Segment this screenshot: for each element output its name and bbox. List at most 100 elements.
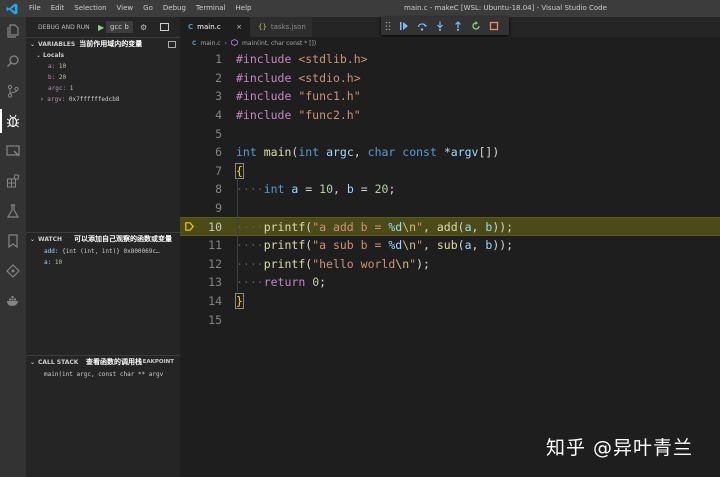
variable-name: b:: [48, 74, 56, 81]
line-number: 14: [208, 294, 222, 309]
code-line[interactable]: 14 }: [180, 292, 720, 311]
code-line[interactable]: 4 #include "func2.h": [180, 106, 720, 125]
menu-terminal[interactable]: Terminal: [191, 0, 231, 17]
code-line[interactable]: 7 {: [180, 162, 720, 181]
gear-icon[interactable]: ⚙: [140, 23, 147, 32]
menu-debug[interactable]: Debug: [158, 0, 191, 17]
restart-icon[interactable]: [467, 17, 485, 35]
c-file-icon: C: [192, 40, 197, 47]
variable-row[interactable]: a: 10: [26, 61, 180, 72]
code-text: ····printf("hello world\n");: [236, 256, 430, 271]
tab-main-c[interactable]: C main.c ×: [180, 17, 250, 37]
bookmarks-icon[interactable]: [5, 233, 21, 249]
tab-label: tasks.json: [270, 23, 306, 31]
test-icon[interactable]: [5, 203, 21, 219]
continue-icon[interactable]: [395, 17, 413, 35]
code-line[interactable]: 6 int main(int argc, char const *argv[]): [180, 143, 720, 162]
tab-tasks-json[interactable]: {} tasks.json: [250, 17, 312, 37]
code-line[interactable]: 8 ····int a = 10, b = 20;: [180, 180, 720, 199]
title-bar: File Edit Selection View Go Debug Termin…: [0, 0, 720, 17]
menu-selection[interactable]: Selection: [69, 0, 111, 17]
variable-value: 0x7ffffffedcb8: [68, 96, 120, 103]
explorer-icon[interactable]: [5, 23, 21, 39]
current-execution-line[interactable]: 10 ····printf("a add b = %d\n", add(a, b…: [180, 217, 720, 236]
debug-icon[interactable]: [0, 109, 21, 133]
code-line[interactable]: 9: [180, 199, 720, 218]
variables-title: VARIABLES: [38, 40, 76, 48]
line-number: 2: [215, 70, 222, 85]
variables-annotation: 当前作用域内的变量: [79, 40, 143, 48]
watch-title: WATCH: [38, 235, 63, 243]
variables-section-header[interactable]: ⌄ VARIABLES 当前作用域内的变量: [26, 37, 180, 50]
menu-file[interactable]: File: [24, 0, 46, 17]
variable-row[interactable]: argc: 1: [26, 83, 180, 94]
chevron-down-icon: ⌄: [36, 52, 43, 59]
menu-help[interactable]: Help: [231, 0, 257, 17]
code-editor[interactable]: 1 #include <stdlib.h> 2 #include <stdio.…: [180, 50, 720, 477]
debug-toolbar: [381, 17, 509, 35]
close-icon[interactable]: ×: [236, 23, 242, 31]
activity-bar: [0, 17, 26, 477]
breadcrumb-symbol[interactable]: main(int, char const * []): [242, 40, 316, 47]
collapse-all-icon[interactable]: [168, 41, 176, 48]
line-number: 1: [215, 52, 222, 67]
code-line[interactable]: 15: [180, 310, 720, 329]
variable-row[interactable]: b: 20: [26, 72, 180, 83]
locals-label: Locals: [42, 52, 65, 59]
chevron-down-icon: ⌄: [30, 40, 36, 48]
stop-icon[interactable]: [485, 17, 503, 35]
watch-value: {int (int, int)} 0x800069c…: [62, 248, 160, 255]
watch-section-header[interactable]: ⌄ WATCH 可以添加自己观察的函数或变量: [26, 232, 180, 245]
code-line[interactable]: 12 ····printf("hello world\n");: [180, 255, 720, 274]
variable-value: 1: [69, 85, 74, 92]
code-text: int main(int argc, char const *argv[]): [236, 145, 500, 160]
step-into-icon[interactable]: [431, 17, 449, 35]
debug-title: DEBUG AND RUN: [38, 23, 90, 31]
watch-row[interactable]: add: {int (int, int)} 0x800069c…: [26, 246, 180, 257]
call-stack-title: CALL STACK: [38, 358, 79, 366]
call-stack-section-header[interactable]: ⌄ CALL STACK 查看函数的调用栈 EAKPOINT: [26, 355, 180, 368]
breakpoints-header-fragment[interactable]: EAKPOINT: [143, 359, 174, 365]
menu-go[interactable]: Go: [138, 0, 158, 17]
vscode-logo-icon: [0, 0, 24, 17]
remote-explorer-icon[interactable]: [5, 143, 21, 159]
code-text: ····printf("a sub b = %d\n", sub(a, b));: [236, 238, 514, 253]
menu-view[interactable]: View: [112, 0, 139, 17]
git-graph-icon[interactable]: [5, 263, 21, 279]
variable-row[interactable]: › argv: 0x7ffffffedcb8: [26, 94, 180, 105]
code-line[interactable]: 5: [180, 124, 720, 143]
breadcrumb: C main.c › main(int, char const * []): [180, 37, 720, 50]
breadcrumb-file[interactable]: main.c: [200, 40, 220, 47]
code-line[interactable]: 11 ····printf("a sub b = %d\n", sub(a, b…: [180, 236, 720, 255]
docker-icon[interactable]: [5, 293, 21, 309]
launch-config-select[interactable]: gcc b: [106, 21, 133, 33]
search-icon[interactable]: [5, 53, 21, 69]
watch-name: add:: [44, 248, 59, 255]
step-out-icon[interactable]: [449, 17, 467, 35]
menu-edit[interactable]: Edit: [46, 0, 70, 17]
play-icon[interactable]: ▶: [98, 23, 104, 32]
watch-value: 10: [54, 259, 63, 266]
locals-scope[interactable]: ⌄ Locals: [26, 50, 180, 61]
debug-sidebar: DEBUG AND RUN ▶ gcc b ⚙ ⌄ VARIABLES 当前作用…: [26, 17, 180, 477]
call-stack-frame[interactable]: main(int argc, const char ** argv: [26, 369, 180, 380]
chevron-down-icon: ⌄: [30, 235, 36, 243]
code-line[interactable]: 3 #include "func1.h": [180, 87, 720, 106]
source-control-icon[interactable]: [5, 83, 21, 99]
watch-list: add: {int (int, int)} 0x800069c… a: 10: [26, 246, 180, 268]
variable-name: argv:: [47, 96, 66, 103]
code-line[interactable]: 13 ····return 0;: [180, 273, 720, 292]
terminal-icon[interactable]: [160, 23, 169, 31]
line-number: 4: [215, 108, 222, 123]
code-line[interactable]: 1 #include <stdlib.h>: [180, 50, 720, 69]
line-number: 9: [215, 201, 222, 216]
code-text: ····printf("a add b = %d\n", add(a, b));: [236, 219, 514, 234]
json-file-icon: {}: [258, 23, 267, 31]
step-over-icon[interactable]: [413, 17, 431, 35]
watch-row[interactable]: a: 10: [26, 257, 180, 268]
extensions-icon[interactable]: [5, 173, 21, 189]
watch-name: a:: [44, 259, 52, 266]
drag-handle-icon[interactable]: [385, 21, 391, 31]
code-line[interactable]: 2 #include <stdio.h>: [180, 69, 720, 88]
line-number: 6: [215, 145, 222, 160]
